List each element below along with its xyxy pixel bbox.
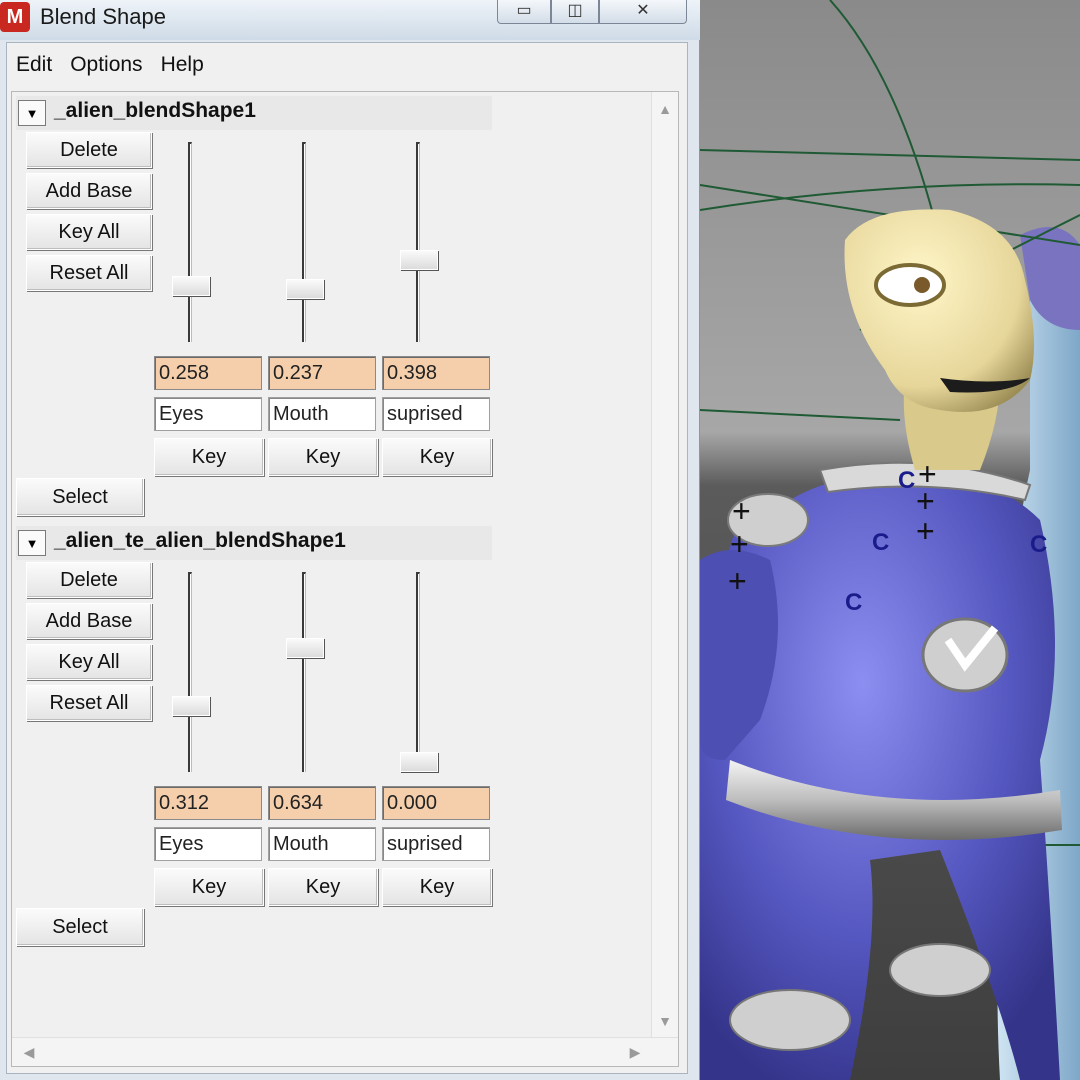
weight-slider-suprised[interactable] [388, 142, 448, 342]
slider-thumb[interactable] [400, 250, 438, 271]
control-c: C [898, 467, 915, 494]
slider-track[interactable] [302, 572, 306, 772]
triangle-down-icon: ▼ [25, 536, 39, 551]
slider-track[interactable] [188, 142, 192, 342]
key-button-mouth[interactable]: Key [268, 438, 378, 476]
window-title: Blend Shape [40, 4, 166, 29]
minimize-icon: ▭ [516, 2, 532, 19]
control-c: C [872, 529, 889, 556]
scroll-down-icon[interactable]: ▼ [652, 1008, 678, 1034]
key-button-mouth[interactable]: Key [268, 868, 378, 906]
weight-slider-eyes[interactable] [160, 572, 220, 772]
target-name-suprised[interactable]: suprised [382, 397, 490, 431]
triangle-down-icon: ▼ [25, 106, 39, 121]
target-name-eyes[interactable]: Eyes [154, 397, 262, 431]
control-c: C [1030, 531, 1047, 558]
maximize-button[interactable]: ◫ [551, 0, 599, 24]
key-all-button[interactable]: Key All [26, 644, 152, 680]
maya-app-icon[interactable]: M [0, 2, 30, 32]
cross-mark: + [728, 563, 747, 599]
reset-all-button[interactable]: Reset All [26, 685, 152, 721]
3d-viewport[interactable]: C C C C + + + + + + [700, 0, 1080, 1080]
select-button[interactable]: Select [16, 908, 144, 946]
group-body: Delete Add Base Key All Reset All [16, 130, 498, 484]
target-name-mouth[interactable]: Mouth [268, 397, 376, 431]
delete-button[interactable]: Delete [26, 132, 152, 168]
slider-track[interactable] [416, 142, 420, 342]
minimize-button[interactable]: ▭ [497, 0, 551, 24]
title-bar[interactable]: M Blend Shape ▭ ◫ ✕ [0, 0, 700, 40]
key-button-eyes[interactable]: Key [154, 868, 264, 906]
weight-slider-suprised[interactable] [388, 572, 448, 772]
group-title: _alien_te_alien_blendShape1 [54, 529, 346, 552]
collapse-toggle[interactable]: ▼ [18, 100, 46, 126]
collapse-toggle[interactable]: ▼ [18, 530, 46, 556]
slider-thumb[interactable] [286, 637, 324, 658]
scroll-left-icon[interactable]: ◀ [16, 1038, 42, 1066]
menu-options[interactable]: Options [61, 49, 151, 85]
add-base-button[interactable]: Add Base [26, 603, 152, 639]
vertical-scrollbar[interactable]: ▲ ▼ [651, 92, 678, 1038]
weight-slider-eyes[interactable] [160, 142, 220, 342]
menu-help[interactable]: Help [152, 49, 213, 85]
control-c: C [845, 589, 862, 616]
weight-slider-mouth[interactable] [274, 572, 334, 772]
group-header: ▼ _alien_te_alien_blendShape1 [16, 526, 492, 561]
blend-shape-window: M Blend Shape ▭ ◫ ✕ Edit Options Help ▼ … [0, 0, 700, 1080]
scroll-right-icon[interactable]: ▶ [622, 1038, 648, 1066]
target-name-mouth[interactable]: Mouth [268, 827, 376, 861]
viewport-scene: C C C C + + + + + + [700, 0, 1080, 1080]
window-client: Edit Options Help ▼ _alien_blendShape1 D… [6, 42, 688, 1074]
key-button-eyes[interactable]: Key [154, 438, 264, 476]
slider-thumb[interactable] [286, 279, 324, 300]
target-name-suprised[interactable]: suprised [382, 827, 490, 861]
scroll-up-icon[interactable]: ▲ [652, 96, 678, 122]
slider-track[interactable] [188, 572, 192, 772]
close-icon: ✕ [636, 2, 650, 19]
key-button-suprised[interactable]: Key [382, 868, 492, 906]
slider-thumb[interactable] [172, 695, 210, 716]
select-button[interactable]: Select [16, 478, 144, 516]
add-base-button[interactable]: Add Base [26, 173, 152, 209]
group-body: Delete Add Base Key All Reset All [16, 560, 498, 914]
weight-value-eyes[interactable]: 0.258 [154, 356, 262, 390]
horizontal-scrollbar[interactable]: ◀ ▶ [12, 1037, 678, 1066]
weight-value-mouth[interactable]: 0.237 [268, 356, 376, 390]
cross-mark: + [916, 513, 935, 549]
target-name-eyes[interactable]: Eyes [154, 827, 262, 861]
cross-mark: + [732, 493, 751, 529]
blend-shape-panel: ▼ _alien_blendShape1 Delete Add Base Key… [11, 91, 679, 1067]
slider-thumb[interactable] [172, 275, 210, 296]
menu-edit[interactable]: Edit [7, 49, 61, 85]
weight-value-suprised[interactable]: 0.398 [382, 356, 490, 390]
delete-button[interactable]: Delete [26, 562, 152, 598]
menu-bar: Edit Options Help [7, 49, 213, 85]
maximize-icon: ◫ [567, 2, 583, 19]
slider-track[interactable] [302, 142, 306, 342]
close-button[interactable]: ✕ [599, 0, 687, 24]
weight-value-eyes[interactable]: 0.312 [154, 786, 262, 820]
alien-character[interactable] [700, 209, 1062, 1080]
weight-slider-mouth[interactable] [274, 142, 334, 342]
reset-all-button[interactable]: Reset All [26, 255, 152, 291]
slider-thumb[interactable] [400, 752, 438, 772]
group-header: ▼ _alien_blendShape1 [16, 96, 492, 131]
key-button-suprised[interactable]: Key [382, 438, 492, 476]
group-title: _alien_blendShape1 [54, 99, 256, 122]
cross-mark: + [730, 526, 749, 562]
weight-value-mouth[interactable]: 0.634 [268, 786, 376, 820]
slider-track[interactable] [416, 572, 420, 772]
weight-value-suprised[interactable]: 0.000 [382, 786, 490, 820]
key-all-button[interactable]: Key All [26, 214, 152, 250]
